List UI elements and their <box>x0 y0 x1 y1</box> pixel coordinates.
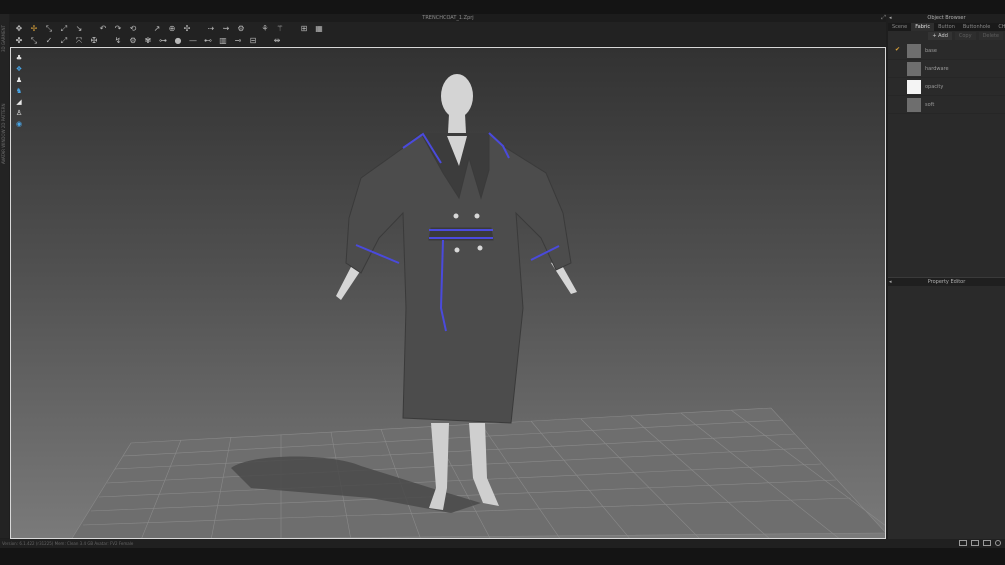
box-pin-icon[interactable]: ⊕ <box>167 24 177 34</box>
tab-scene[interactable]: Scene <box>888 23 911 31</box>
menu-bar <box>0 0 1005 14</box>
list-item[interactable]: ✔ base <box>888 42 1005 60</box>
quad-view-icon[interactable] <box>983 540 991 546</box>
grid-icon[interactable]: ▦ <box>314 24 324 34</box>
trim-icon[interactable]: ⊷ <box>203 36 213 46</box>
seam-icon[interactable]: ↯ <box>113 36 123 46</box>
list-item[interactable]: opacity <box>888 78 1005 96</box>
sphere-button-icon[interactable]: ● <box>173 36 183 46</box>
pin-icon[interactable]: ↗ <box>152 24 162 34</box>
settings-icon[interactable] <box>995 540 1001 546</box>
hanger-icon[interactable]: ⚙ <box>236 24 246 34</box>
side-tab-windows[interactable]: AVATAR WINDOW 2D PATTERN <box>1 54 7 164</box>
rotate-icon[interactable]: ⤢ <box>59 24 69 34</box>
sphere-icon[interactable]: ◉ <box>15 120 23 128</box>
fabric-swatch <box>907 44 921 58</box>
shirt-blue-icon[interactable]: ♞ <box>15 87 23 95</box>
fabric-name: soft <box>925 102 935 108</box>
puckering-icon[interactable]: ⇹ <box>272 36 282 46</box>
trench-coat <box>345 132 572 424</box>
tab-fabric[interactable]: Fabric <box>911 23 935 31</box>
status-text: Version: 6.1.422 (r31225) Mem: Clean 3.4… <box>2 541 134 546</box>
shape-icon[interactable]: ✓ <box>44 36 54 46</box>
pose-icon[interactable]: ⤡ <box>29 36 39 46</box>
measure-icon[interactable]: ⇢ <box>206 24 216 34</box>
status-icons <box>959 540 1001 546</box>
collapse-icon[interactable]: ◂ <box>889 278 892 287</box>
piping-icon[interactable]: ⊟ <box>248 36 258 46</box>
property-editor-title: Property Editor <box>927 279 966 285</box>
avatar-outline-icon[interactable]: ♙ <box>15 109 23 117</box>
arrange-icon[interactable]: ↷ <box>113 24 123 34</box>
delete-fabric-button[interactable]: Delete <box>978 32 1003 40</box>
tape-icon[interactable]: ⇝ <box>221 24 231 34</box>
toolbar-row-2: ✤ ⤡ ✓ ⤢ ⤧ ✠ ↯ ⚙ ✾ ⊶ ● — ⊷ ▥ ⊸ ⊟ ⇹ <box>14 35 282 46</box>
right-panel: ◂ Object Browser Scene Fabric Button But… <box>888 14 1005 548</box>
fold-arrange-icon[interactable]: ⚙ <box>128 36 138 46</box>
dress-icon[interactable]: ⚚ <box>275 24 285 34</box>
shirt-icon[interactable]: ⚘ <box>260 24 270 34</box>
object-browser-tabs: Scene Fabric Button Buttonhole CH <box>888 23 1005 31</box>
move-icon[interactable]: ⤡ <box>44 24 54 34</box>
taskbar <box>0 548 1005 565</box>
split-view-icon[interactable] <box>971 540 979 546</box>
belt-icon[interactable]: ▥ <box>218 36 228 46</box>
3d-toolbar: ✥ ✢ ⤡ ⤢ ↘ ↶ ↷ ⟲ ↗ ⊕ ✣ ⇢ ⇝ ⚙ ⚘ ⚚ ⊞ ▦ ✤ ⤡ <box>10 22 886 46</box>
scale-icon[interactable]: ↘ <box>74 24 84 34</box>
list-item[interactable]: hardware <box>888 60 1005 78</box>
window-title: TRENCHCOAT_1.Zprj <box>422 15 474 21</box>
side-tab-3d-garment[interactable]: 3D GARMENT <box>1 22 7 52</box>
tab-more[interactable]: CH <box>994 23 1005 31</box>
texture-icon[interactable]: ❖ <box>15 65 23 73</box>
fabric-name: base <box>925 48 937 54</box>
viewport-tools: ♣ ❖ ♟ ♞ ◢ ♙ ◉ <box>15 54 23 128</box>
zip-icon[interactable]: ✾ <box>143 36 153 46</box>
transform-icon[interactable]: ✢ <box>29 24 39 34</box>
tuck-icon[interactable]: ⟲ <box>128 24 138 34</box>
topstitch-icon[interactable]: — <box>188 36 198 46</box>
internal-line-icon[interactable]: ✠ <box>89 36 99 46</box>
fabric-name: opacity <box>925 84 944 90</box>
select-mesh-icon[interactable]: ✥ <box>14 24 24 34</box>
hanger-icon[interactable]: ♣ <box>15 54 23 62</box>
fold-icon[interactable]: ↶ <box>98 24 108 34</box>
strap-icon[interactable]: ⤧ <box>74 36 84 46</box>
fabric-name: hardware <box>925 66 949 72</box>
sew-icon[interactable]: ⊸ <box>233 36 243 46</box>
button-icon[interactable]: ⊶ <box>158 36 168 46</box>
viewport-title-bar: TRENCHCOAT_1.Zprj ⤢ <box>10 14 886 22</box>
tab-button[interactable]: Button <box>934 23 959 31</box>
add-fabric-button[interactable]: + Add <box>928 32 952 40</box>
status-bar: Version: 6.1.422 (r31225) Mem: Clean 3.4… <box>0 539 1005 548</box>
side-tab-strip: 3D GARMENT AVATAR WINDOW 2D PATTERN <box>0 14 9 538</box>
object-browser-title: Object Browser <box>927 15 966 21</box>
tab-buttonhole[interactable]: Buttonhole <box>959 23 994 31</box>
fabric-actions: + Add Copy Delete <box>888 31 1005 41</box>
fabric-swatch <box>907 80 921 94</box>
steam-icon[interactable]: ✣ <box>182 24 192 34</box>
3d-viewport[interactable]: ♣ ❖ ♟ ♞ ◢ ♙ ◉ <box>10 47 886 539</box>
fabric-swatch <box>907 98 921 112</box>
fabric-list: ✔ base hardware opacity soft <box>888 41 1005 114</box>
checkmark-icon: ✔ <box>895 46 901 53</box>
list-item[interactable]: soft <box>888 96 1005 114</box>
single-view-icon[interactable] <box>959 540 967 546</box>
fabric-swatch <box>907 62 921 76</box>
scene-render <box>71 74 885 538</box>
collapse-icon[interactable]: ◂ <box>889 14 892 23</box>
layout-icon[interactable]: ⊞ <box>299 24 309 34</box>
maximize-icon[interactable]: ⤢ <box>881 14 886 22</box>
avatar-icon[interactable]: ♟ <box>15 76 23 84</box>
avatar-icon[interactable]: ✤ <box>14 36 24 46</box>
toolbar-row-1: ✥ ✢ ⤡ ⤢ ↘ ↶ ↷ ⟲ ↗ ⊕ ✣ ⇢ ⇝ ⚙ ⚘ ⚚ ⊞ ▦ <box>14 23 324 34</box>
fabric-icon[interactable]: ◢ <box>15 98 23 106</box>
property-editor-header: ◂ Property Editor <box>888 277 1005 286</box>
object-browser-header: ◂ Object Browser <box>888 14 1005 23</box>
copy-fabric-button[interactable]: Copy <box>954 32 976 40</box>
app-window: 3D GARMENT AVATAR WINDOW 2D PATTERN TREN… <box>0 0 1005 565</box>
segment-icon[interactable]: ⤢ <box>59 36 69 46</box>
